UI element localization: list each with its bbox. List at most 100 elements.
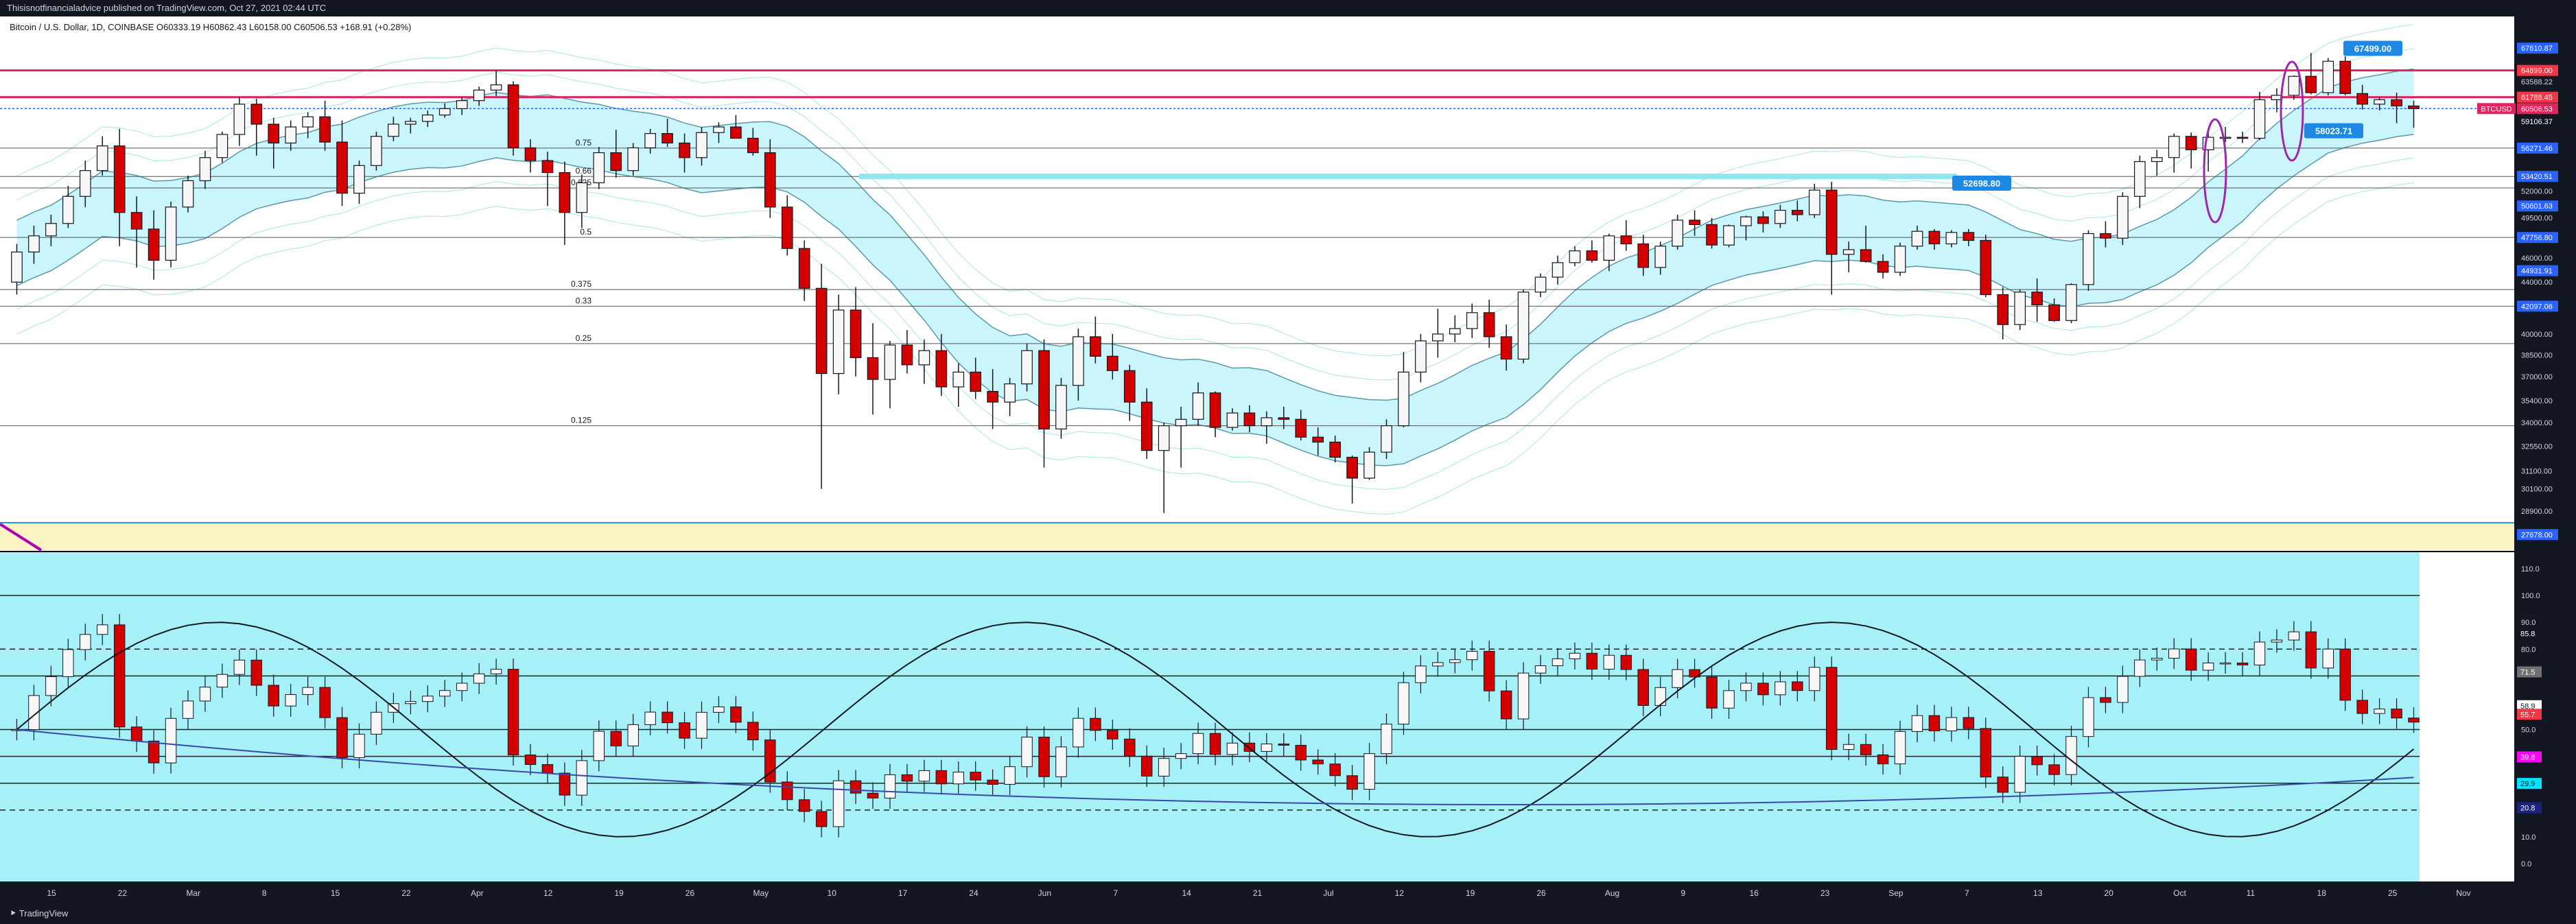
osc-candle-body (987, 779, 998, 785)
time-tick-label: 8 (262, 888, 267, 898)
candle-body (1312, 436, 1324, 443)
osc-level-label: 29.9 (2520, 780, 2535, 788)
time-tick-label: May (753, 888, 769, 898)
fib-label: 0.25 (576, 333, 592, 343)
osc-candle-body (918, 770, 930, 782)
candle-body (2339, 60, 2352, 94)
publisher-bar: Thisisnotfinancialadvice published on Tr… (0, 0, 2576, 16)
price-level-label: 64899.00 (2521, 67, 2553, 75)
time-tick-label: Jun (1038, 888, 1051, 898)
candle-body (918, 350, 930, 366)
osc-candle-body (1706, 676, 1718, 709)
candle-body (2031, 292, 2043, 306)
osc-candle-body (148, 740, 160, 763)
candle-body (1483, 312, 1495, 337)
osc-candle-body (1398, 682, 1409, 725)
osc-tick-label: 0.0 (2521, 860, 2531, 868)
candle-body (1192, 392, 1204, 420)
candle-body (815, 287, 828, 375)
osc-candle-body (1004, 766, 1016, 785)
candle-body (987, 390, 998, 403)
osc-level-label: 85.8 (2520, 630, 2535, 639)
time-tick-label: Aug (1605, 888, 1619, 898)
price-level-label: 61788.45 (2521, 94, 2553, 102)
osc-candle-body (1672, 669, 1683, 688)
osc-candle-body (45, 676, 57, 696)
candle-body (216, 134, 229, 158)
osc-candle-body (473, 673, 485, 684)
candle-body (2374, 99, 2385, 105)
osc-candle-body (405, 701, 417, 704)
candle-body (884, 344, 896, 380)
osc-candle-body (490, 669, 502, 674)
osc-candle-body (1757, 683, 1769, 696)
candle-body (130, 212, 143, 230)
osc-candle-body (2014, 756, 2026, 793)
fib-label: 0.375 (571, 279, 592, 289)
price-level-label: 47756.80 (2521, 234, 2553, 242)
candle-body (353, 165, 365, 194)
time-tick-label: 26 (1536, 888, 1546, 898)
osc-level-label: 71.5 (2520, 669, 2535, 677)
candle-body (148, 228, 160, 261)
time-tick-label: 24 (969, 888, 979, 898)
osc-candle-body (2065, 736, 2077, 775)
osc-candle-body (371, 711, 382, 735)
footer-brand: TradingView (19, 908, 69, 919)
osc-candle-body (1586, 652, 1598, 670)
osc-tick-label: 100.0 (2521, 592, 2540, 600)
osc-candle-body (541, 764, 554, 774)
candle-body (1517, 292, 1530, 360)
candle-body (1877, 261, 1889, 273)
osc-candle-body (747, 722, 759, 741)
osc-candle-body (130, 726, 143, 742)
candle-body (764, 152, 776, 208)
oscillator-background-right (2420, 552, 2514, 881)
candle-body (199, 157, 211, 182)
time-tick-label: 23 (1820, 888, 1830, 898)
osc-candle-body (576, 760, 588, 796)
osc-candle-body (679, 722, 690, 739)
osc-candle-body (2253, 641, 2266, 665)
osc-candle-body (2305, 631, 2317, 669)
osc-candle-body (507, 669, 519, 756)
symbol-info: Bitcoin / U.S. Dollar, 1D, COINBASE O603… (10, 22, 411, 32)
candle-body (1381, 425, 1392, 453)
candle-body (1090, 336, 1101, 357)
candle-body (2288, 75, 2300, 96)
price-chart[interactable]: Bitcoin / U.S. Dollar, 1D, COINBASE O603… (0, 16, 2576, 903)
candle-body (524, 147, 537, 161)
candle-body (1723, 225, 1735, 246)
osc-candle-body (2339, 648, 2351, 701)
time-tick-label: Jul (1323, 888, 1333, 898)
time-tick-label: 15 (47, 888, 56, 898)
candle-body (1637, 243, 1650, 268)
osc-candle-body (2322, 648, 2334, 669)
candle-body (1363, 451, 1375, 479)
osc-candle-body (782, 781, 793, 801)
price-level-label: 56271.46 (2521, 145, 2553, 153)
candle-body (1569, 250, 1581, 263)
candle-body (2168, 136, 2180, 158)
price-level-label: 44931.91 (2521, 268, 2553, 276)
candle-body (627, 147, 640, 171)
candle-body (1243, 412, 1256, 427)
osc-candle-body (233, 659, 246, 675)
candle-body (2219, 137, 2232, 139)
candle-body (661, 133, 673, 144)
candle-body (1980, 239, 1992, 296)
price-tick-label: 63588.22 (2521, 78, 2553, 86)
osc-candle-body (250, 659, 263, 686)
candle-body (1415, 340, 1427, 373)
callout-label: 67499.00 (2354, 43, 2391, 54)
candle-body (2065, 284, 2077, 321)
price-level-label: 59106.37 (2521, 118, 2553, 126)
osc-candle-body (850, 780, 862, 794)
candle-body (1004, 383, 1016, 403)
candle-body (1278, 417, 1290, 420)
candle-body (2151, 157, 2163, 163)
osc-candle-body (1860, 744, 1872, 755)
osc-candle-body (1175, 753, 1187, 759)
osc-candle-body (1483, 650, 1495, 691)
osc-candle-body (285, 694, 296, 707)
